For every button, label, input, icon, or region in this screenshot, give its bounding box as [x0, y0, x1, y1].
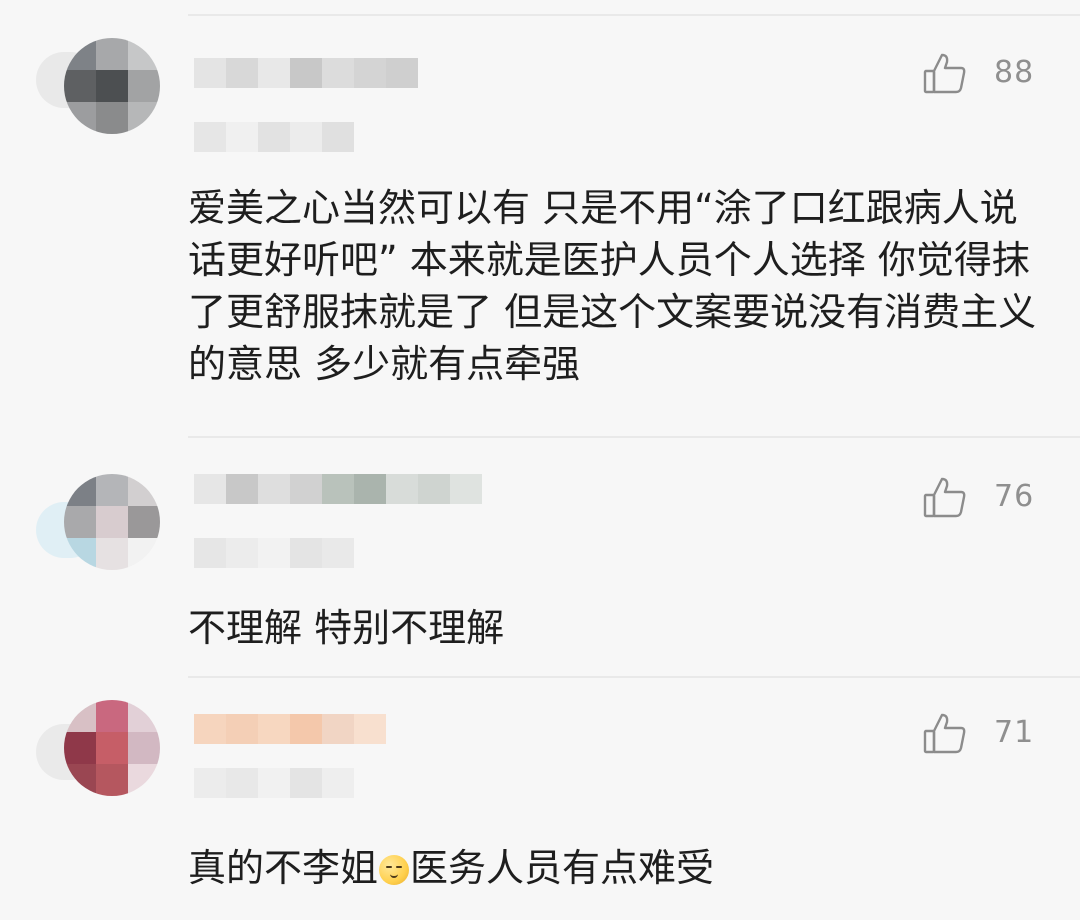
- username-redacted[interactable]: [194, 714, 386, 744]
- comment-item-1: 88 爱美之心当然可以有 只是不用“涂了口红跟病人说话更好听吧” 本来就是医护人…: [0, 20, 1080, 432]
- comment-item-2: 76 不理解 特别不理解: [0, 440, 1080, 672]
- like-count: 71: [994, 715, 1035, 750]
- comment-list: 88 爱美之心当然可以有 只是不用“涂了口红跟病人说话更好听吧” 本来就是医护人…: [0, 0, 1080, 920]
- divider: [188, 436, 1080, 438]
- avatar[interactable]: [64, 700, 160, 796]
- comment-text-part: 医务人员有点难受: [410, 846, 715, 890]
- divider: [188, 14, 1080, 16]
- emoji-icon: [379, 855, 410, 885]
- timestamp-redacted: [194, 538, 354, 568]
- comment-text: 真的不李姐 医务人员有点难受: [188, 842, 1038, 894]
- timestamp-redacted: [194, 768, 354, 798]
- like-count: 88: [994, 55, 1035, 90]
- username-redacted[interactable]: [194, 474, 482, 504]
- comment-text-part: 真的不李姐: [188, 846, 379, 890]
- like-button[interactable]: 88: [922, 46, 1052, 100]
- timestamp-redacted: [194, 122, 354, 152]
- thumbs-up-icon: [923, 53, 966, 94]
- avatar[interactable]: [64, 38, 160, 134]
- username-redacted[interactable]: [194, 58, 418, 88]
- thumbs-up-icon: [923, 477, 966, 518]
- like-button[interactable]: 76: [922, 470, 1052, 524]
- divider: [188, 676, 1080, 678]
- like-count: 76: [994, 479, 1035, 514]
- thumbs-up-icon: [923, 713, 966, 754]
- comment-item-3: 71 真的不李姐 医务人员有点难受: [0, 680, 1080, 920]
- comment-text: 不理解 特别不理解: [188, 606, 505, 650]
- avatar[interactable]: [64, 474, 160, 570]
- comment-text: 爱美之心当然可以有 只是不用“涂了口红跟病人说话更好听吧” 本来就是医护人员个人…: [188, 186, 1037, 386]
- like-button[interactable]: 71: [922, 706, 1052, 760]
